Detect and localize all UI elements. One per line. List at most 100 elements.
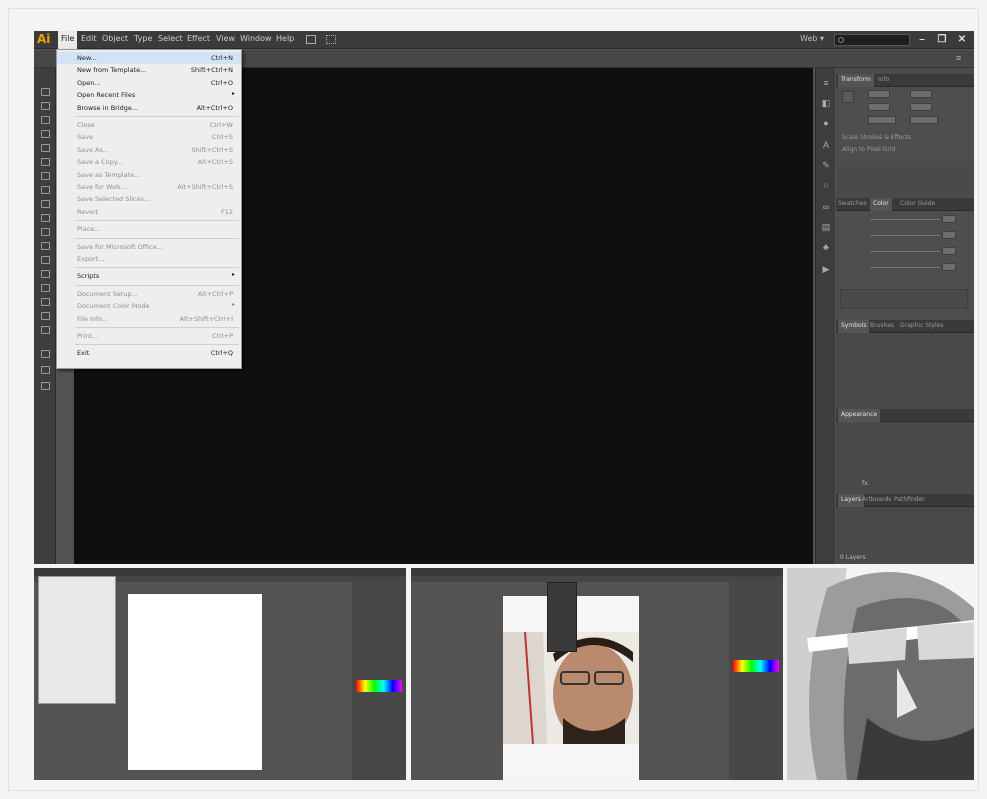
selection-tool-icon[interactable] bbox=[39, 86, 51, 97]
tab-appearance[interactable]: Appearance bbox=[838, 409, 881, 422]
width-field[interactable] bbox=[910, 90, 932, 98]
drawing-modes-icon[interactable] bbox=[39, 364, 51, 375]
file-menu-item-label: Document Setup... bbox=[77, 289, 138, 298]
arrange-documents-icon[interactable] bbox=[326, 35, 336, 44]
stroke-icon[interactable]: ○ bbox=[821, 180, 831, 190]
color-slider-4[interactable] bbox=[870, 267, 940, 268]
pencil-tool-icon[interactable] bbox=[39, 198, 51, 209]
align-icon[interactable]: ▤ bbox=[821, 222, 831, 232]
tab-brushes[interactable]: Brushes bbox=[870, 322, 894, 329]
file-menu-item[interactable]: Exit Ctrl+Q bbox=[57, 347, 241, 359]
shape-builder-tool-icon[interactable] bbox=[39, 282, 51, 293]
line-tool-icon[interactable] bbox=[39, 156, 51, 167]
tab-color[interactable]: Color bbox=[870, 198, 892, 211]
menu-window[interactable]: Window bbox=[240, 34, 272, 43]
tab-transform[interactable]: Transform bbox=[838, 74, 874, 87]
tab-symbols[interactable]: Symbols bbox=[838, 320, 870, 333]
tab-swatches[interactable]: Swatches bbox=[838, 200, 867, 207]
color-value-3[interactable] bbox=[942, 247, 956, 255]
symbol-icon[interactable]: ♣ bbox=[821, 242, 831, 252]
reference-point-icon[interactable] bbox=[842, 91, 854, 103]
gradient-tool-icon[interactable] bbox=[39, 324, 51, 335]
close-button[interactable]: ✕ bbox=[954, 32, 970, 47]
color-value-4[interactable] bbox=[942, 263, 956, 271]
menu-select[interactable]: Select bbox=[158, 34, 183, 43]
control-panel-menu-icon[interactable]: ≡ bbox=[956, 54, 966, 63]
direct-selection-tool-icon[interactable] bbox=[39, 100, 51, 111]
tab-graphic-styles[interactable]: Graphic Styles bbox=[900, 322, 943, 329]
menu-view[interactable]: View bbox=[216, 34, 235, 43]
color-slider-2[interactable] bbox=[870, 235, 940, 236]
magic-wand-tool-icon[interactable] bbox=[39, 114, 51, 125]
menu-type[interactable]: Type bbox=[134, 34, 152, 43]
rotate-tool-icon[interactable] bbox=[39, 226, 51, 237]
tab-artboards[interactable]: Artboards bbox=[862, 496, 891, 503]
appearance-tab-bar: Appearance bbox=[836, 409, 974, 422]
tab-info[interactable]: Info bbox=[878, 76, 889, 83]
mesh-tool-icon[interactable] bbox=[39, 310, 51, 321]
play-icon[interactable]: ▶ bbox=[821, 264, 831, 274]
file-menu-item: File Info... Alt+Shift+Ctrl+I bbox=[57, 313, 241, 325]
color-icon[interactable]: ● bbox=[821, 118, 831, 128]
menu-help[interactable]: Help bbox=[276, 34, 294, 43]
width-tool-icon[interactable] bbox=[39, 254, 51, 265]
fill-stroke-icon[interactable] bbox=[39, 348, 51, 359]
color-slider-3[interactable] bbox=[870, 251, 940, 252]
shear-field[interactable] bbox=[910, 116, 938, 124]
file-menu-item-shortcut: Alt+Ctrl+S bbox=[197, 158, 233, 167]
minimize-button[interactable]: – bbox=[914, 32, 930, 47]
ai-icon[interactable]: A bbox=[821, 140, 831, 150]
color-value-1[interactable] bbox=[942, 215, 956, 223]
color-value-2[interactable] bbox=[942, 231, 956, 239]
menu-object[interactable]: Object bbox=[102, 34, 128, 43]
workspace-switcher[interactable]: Web ▾ bbox=[800, 34, 824, 43]
menu-separator bbox=[75, 344, 239, 346]
height-field[interactable] bbox=[910, 103, 932, 111]
file-menu-item[interactable]: Open... Ctrl+O bbox=[57, 77, 241, 89]
tab-layers[interactable]: Layers bbox=[838, 494, 864, 507]
layers-icon[interactable]: ◧ bbox=[821, 98, 831, 108]
paintbrush-tool-icon[interactable] bbox=[39, 184, 51, 195]
free-transform-tool-icon[interactable] bbox=[39, 268, 51, 279]
maximize-button[interactable]: ❐ bbox=[934, 32, 950, 47]
perspective-grid-tool-icon[interactable] bbox=[39, 296, 51, 307]
file-menu-item[interactable]: Browse in Bridge... Alt+Ctrl+O bbox=[57, 102, 241, 114]
file-menu-item[interactable]: New... Ctrl+N bbox=[57, 52, 241, 64]
link-icon[interactable]: ∞ bbox=[821, 202, 831, 212]
file-menu-item-label: Save bbox=[77, 133, 93, 142]
align-pixel-grid-checkbox[interactable]: Align to Pixel Grid bbox=[842, 146, 895, 153]
file-menu-item-label: Print... bbox=[77, 332, 99, 340]
thumbnail-new-document[interactable] bbox=[34, 568, 406, 780]
eraser-tool-icon[interactable] bbox=[39, 212, 51, 223]
mini-file-menu bbox=[38, 576, 116, 704]
menu-effect[interactable]: Effect bbox=[187, 34, 210, 43]
x-field[interactable] bbox=[868, 90, 890, 98]
menu-edit[interactable]: Edit bbox=[81, 34, 97, 43]
menu-separator bbox=[75, 237, 239, 239]
fx-button[interactable]: fx. bbox=[862, 480, 870, 487]
rotate-field[interactable] bbox=[868, 116, 896, 124]
color-slider-1[interactable] bbox=[870, 219, 940, 220]
file-menu-item[interactable]: Scripts ▸ bbox=[57, 270, 241, 282]
menu-lines-icon[interactable]: ≡ bbox=[821, 78, 831, 88]
menu-file[interactable]: File bbox=[58, 31, 78, 49]
tab-color-guide[interactable]: Color Guide bbox=[900, 200, 935, 207]
search-input[interactable] bbox=[834, 34, 910, 46]
pen-tool-icon[interactable] bbox=[39, 128, 51, 139]
file-menu-item: Save Ctrl+S bbox=[57, 131, 241, 143]
bridge-icon[interactable] bbox=[306, 35, 316, 44]
brush-icon[interactable]: ✎ bbox=[821, 160, 831, 170]
scale-tool-icon[interactable] bbox=[39, 240, 51, 251]
screen-mode-icon[interactable] bbox=[39, 380, 51, 391]
y-field[interactable] bbox=[868, 103, 890, 111]
file-menu-item[interactable]: Open Recent Files ▸ bbox=[57, 89, 241, 101]
type-tool-icon[interactable] bbox=[39, 142, 51, 153]
thumbnail-posterized-portrait[interactable] bbox=[787, 568, 974, 780]
rectangle-tool-icon[interactable] bbox=[39, 170, 51, 181]
file-menu-item-shortcut: Ctrl+W bbox=[209, 121, 233, 129]
color-spectrum[interactable] bbox=[840, 289, 968, 309]
tab-pathfinder[interactable]: Pathfinder bbox=[894, 496, 925, 503]
file-menu-item[interactable]: New from Template... Shift+Ctrl+N bbox=[57, 64, 241, 76]
thumbnail-placed-photo[interactable] bbox=[411, 568, 783, 780]
scale-strokes-checkbox[interactable]: Scale Strokes & Effects bbox=[842, 134, 911, 141]
